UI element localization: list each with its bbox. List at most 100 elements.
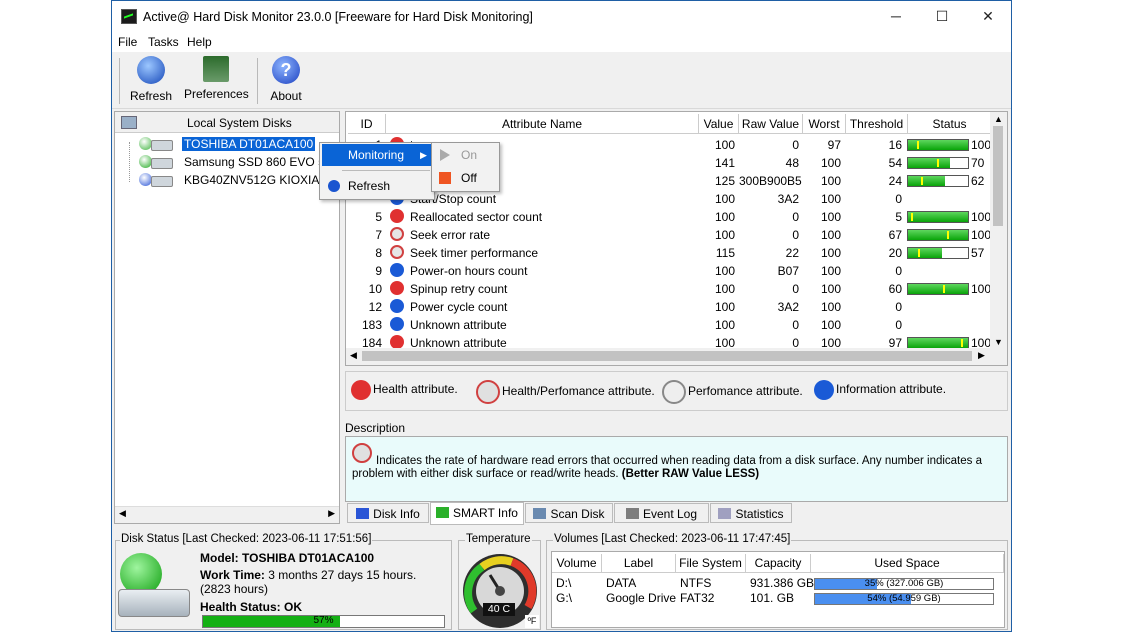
attr-worst: 100: [820, 192, 841, 206]
attr-worst: 100: [820, 300, 841, 314]
app-window: Active@ Hard Disk Monitor 23.0.0 [Freewa…: [111, 0, 1012, 632]
volume-label: Google Drive: [606, 591, 677, 605]
minimize-button[interactable]: ─: [874, 5, 918, 27]
attr-threshold: 67: [888, 228, 902, 242]
attr-worst: 100: [820, 318, 841, 332]
attr-id: 7: [375, 228, 382, 242]
healthperf-attribute-icon: [390, 245, 404, 259]
grid-vertical-scrollbar[interactable]: ▲ ▼: [990, 112, 1007, 349]
vol-col-used[interactable]: Used Space: [811, 554, 1004, 573]
table-row[interactable]: 9 Power-on hours count 100 B07 100 0: [346, 262, 991, 280]
menu-tasks[interactable]: Tasks: [148, 35, 179, 49]
temperature-group: Temperature 40 C ºF: [458, 533, 541, 630]
scroll-down-icon[interactable]: ▼: [994, 337, 1003, 347]
preferences-button[interactable]: Preferences: [184, 56, 249, 101]
about-button[interactable]: ? About: [268, 56, 304, 103]
attr-name: Reallocated sector count: [410, 210, 543, 224]
table-row[interactable]: 7 Seek error rate 100 0 100 67 100: [346, 226, 991, 244]
smart-info-icon: [436, 507, 450, 518]
col-value[interactable]: Value: [699, 114, 739, 134]
app-monitor-icon: [121, 9, 137, 24]
disk-item-2[interactable]: KBG40ZNV512G KIOXIA: [137, 172, 337, 190]
close-button[interactable]: ✕: [966, 5, 1010, 27]
disk-status-title: Disk Status [Last Checked: 2023-06-11 17…: [120, 533, 373, 545]
volumes-title: Volumes [Last Checked: 2023-06-11 17:47:…: [553, 533, 792, 545]
attr-id: 5: [375, 210, 382, 224]
attr-value: 100: [714, 192, 735, 206]
legend-perf: Perfomance attribute.: [662, 380, 803, 404]
disk-item-0[interactable]: TOSHIBA DT01ACA100: [137, 136, 337, 154]
scroll-right-icon[interactable]: ▶: [978, 350, 985, 361]
table-row[interactable]: 183 Unknown attribute 100 0 100 0: [346, 316, 991, 334]
volumes-group: Volumes [Last Checked: 2023-06-11 17:47:…: [546, 533, 1008, 630]
col-attribute-name[interactable]: Attribute Name: [386, 114, 699, 134]
table-row[interactable]: 12 Power cycle count 100 3A2 100 0: [346, 298, 991, 316]
tab-disk-info[interactable]: Disk Info: [347, 503, 429, 523]
volume-filesystem: NTFS: [680, 576, 712, 590]
disk-item-1[interactable]: Samsung SSD 860 EVO 500: [137, 154, 338, 172]
tab-event-log[interactable]: Event Log: [614, 503, 709, 523]
stop-icon: [439, 172, 451, 184]
submenu-on[interactable]: On: [434, 144, 496, 166]
attr-worst: 100: [820, 246, 841, 260]
scroll-up-icon[interactable]: ▲: [994, 114, 1003, 124]
scroll-left-icon[interactable]: ◀: [350, 350, 357, 361]
attr-raw-value: 3A2: [777, 300, 799, 314]
volume-used-text: 54% (54.959 GB): [867, 593, 941, 604]
volume-letter: G:\: [556, 591, 573, 605]
attr-worst: 100: [820, 264, 841, 278]
attr-value: 100: [714, 300, 735, 314]
scroll-thumb[interactable]: [993, 126, 1003, 226]
col-threshold[interactable]: Threshold: [846, 114, 908, 134]
vol-col-label[interactable]: Label: [602, 554, 676, 573]
attr-name: Spinup retry count: [410, 282, 508, 296]
col-status[interactable]: Status: [908, 114, 992, 134]
menu-monitoring[interactable]: Monitoring ▶: [322, 144, 432, 166]
attr-value: 125: [714, 174, 735, 188]
menu-help[interactable]: Help: [187, 35, 212, 49]
status-bar: [907, 247, 969, 259]
health-status: OK: [284, 600, 303, 614]
table-row[interactable]: 10 Spinup retry count 100 0 100 60 100: [346, 280, 991, 298]
submenu-off[interactable]: Off: [434, 167, 496, 189]
refresh-icon: [137, 56, 165, 84]
vol-col-volume[interactable]: Volume: [552, 554, 602, 573]
col-worst[interactable]: Worst: [803, 114, 846, 134]
menu-file[interactable]: File: [118, 35, 137, 49]
disk-status-group: Disk Status [Last Checked: 2023-06-11 17…: [115, 533, 452, 630]
maximize-button[interactable]: ☐: [920, 5, 964, 27]
status-bar: [907, 229, 969, 241]
tab-smart-info[interactable]: SMART Info: [430, 502, 524, 525]
attr-value: 100: [714, 228, 735, 242]
attr-status-value: 57: [971, 246, 985, 260]
menu-refresh[interactable]: Refresh: [322, 175, 432, 197]
refresh-button[interactable]: Refresh: [130, 56, 172, 103]
health-perf-icon: [476, 380, 500, 404]
attr-name: Seek error rate: [410, 228, 491, 242]
table-row[interactable]: 8 Seek timer performance 115 22 100 20 57: [346, 244, 991, 262]
tree-horizontal-scrollbar[interactable]: ◀ ▶: [115, 506, 339, 523]
table-row[interactable]: Start/Stop count 100 3A2 100 0: [346, 190, 991, 208]
attr-worst: 100: [820, 282, 841, 296]
tree-line: [129, 142, 131, 182]
vol-col-capacity[interactable]: Capacity: [746, 554, 811, 573]
status-bar: [907, 175, 969, 187]
tab-statistics[interactable]: Statistics: [710, 503, 792, 523]
scroll-left-icon[interactable]: ◀: [119, 508, 126, 519]
grid-horizontal-scrollbar[interactable]: ◀ ▶: [346, 348, 1007, 365]
col-raw-value[interactable]: Raw Value: [739, 114, 803, 134]
attr-raw-value: 0: [792, 138, 799, 152]
attr-threshold: 5: [895, 210, 902, 224]
vol-col-fs[interactable]: File System: [676, 554, 746, 573]
table-row[interactable]: 5 Reallocated sector count 100 0 100 5 100: [346, 208, 991, 226]
scroll-right-icon[interactable]: ▶: [328, 508, 335, 519]
info-icon: [814, 380, 834, 400]
disk-status-icon: [137, 172, 173, 187]
tab-scan-disk[interactable]: Scan Disk: [525, 503, 613, 523]
col-id[interactable]: ID: [348, 114, 386, 134]
temperature-unit-toggle[interactable]: ºF: [525, 615, 539, 628]
volume-used-bar: 35% (327.006 GB): [814, 578, 994, 590]
description-label: Description: [345, 421, 406, 435]
scroll-thumb[interactable]: [362, 351, 972, 361]
temperature-value: 40 C: [483, 603, 515, 616]
